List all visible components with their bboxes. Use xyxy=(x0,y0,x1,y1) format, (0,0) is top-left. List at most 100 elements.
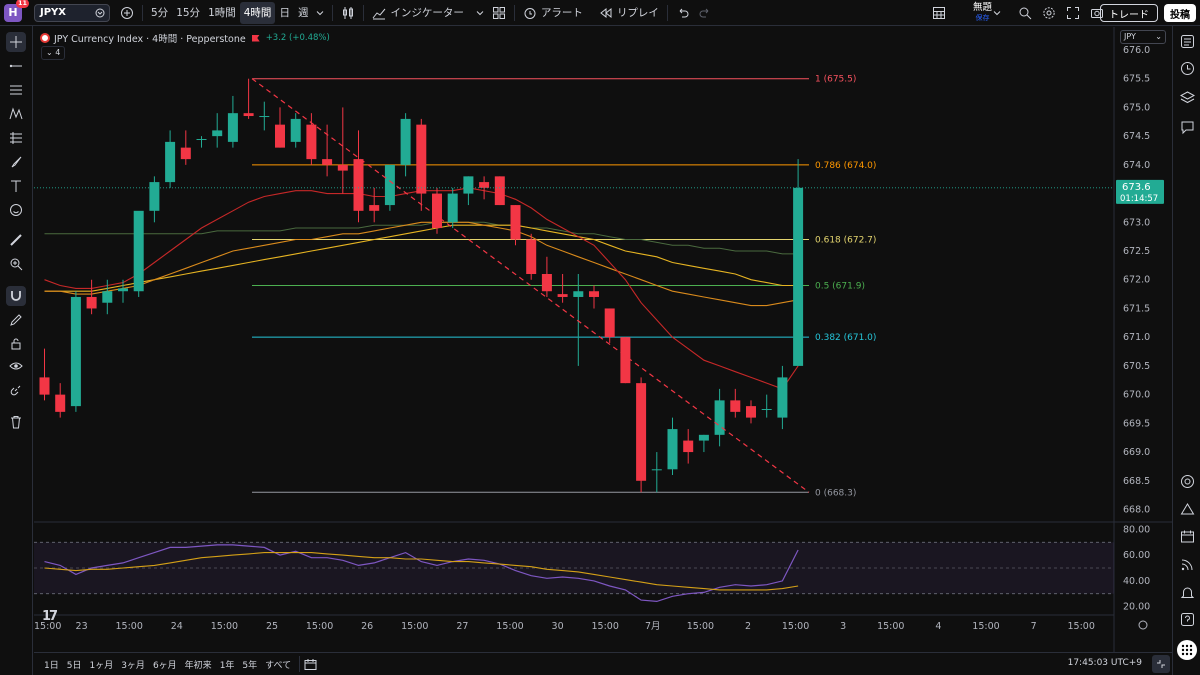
interval-day[interactable]: 日 xyxy=(275,2,294,24)
crosshair-tool[interactable] xyxy=(6,32,26,52)
notifications-button[interactable] xyxy=(1179,584,1196,601)
time-label: 15:00 xyxy=(592,621,619,632)
publish-button[interactable]: 投稿 xyxy=(1164,4,1196,22)
interval-15m[interactable]: 15分 xyxy=(172,2,204,24)
replay-button[interactable]: リプレイ xyxy=(595,2,663,24)
date-range-button[interactable] xyxy=(304,658,317,671)
price-label: 673.0 xyxy=(1123,217,1150,228)
fullscreen-button[interactable] xyxy=(1062,2,1084,24)
chat-button[interactable] xyxy=(1179,119,1196,136)
gear-icon xyxy=(1043,7,1055,19)
flag-icon[interactable] xyxy=(251,34,260,42)
calendar-button[interactable] xyxy=(1179,528,1196,545)
range-all[interactable]: すべて xyxy=(261,658,295,671)
measure-tool[interactable] xyxy=(6,230,26,250)
interval-4h[interactable]: 4時間 xyxy=(239,1,276,24)
range-ytd[interactable]: 年初来 xyxy=(181,658,216,671)
brush-icon xyxy=(11,156,22,168)
candle-up xyxy=(777,377,788,418)
candle-up xyxy=(761,408,772,410)
fib-level-label: 0 (668.3) xyxy=(815,488,856,498)
range-6m[interactable]: 6ヶ月 xyxy=(149,658,181,671)
symbol-search[interactable]: JPYX xyxy=(34,3,110,22)
products-menu-button[interactable] xyxy=(1177,640,1197,660)
remove-drawings-tool[interactable] xyxy=(6,412,26,432)
fib-level-label: 0.618 (672.7) xyxy=(815,236,876,246)
candle-up xyxy=(447,193,458,223)
range-1m[interactable]: 1ヶ月 xyxy=(85,658,117,671)
undo-button[interactable] xyxy=(672,2,694,24)
data-window-button[interactable] xyxy=(1179,473,1196,490)
price-label: 669.0 xyxy=(1123,447,1150,458)
range-5d[interactable]: 5日 xyxy=(63,658,86,671)
layout-dropdown[interactable] xyxy=(989,2,1005,24)
auto-scale-button[interactable] xyxy=(1152,655,1170,673)
range-3m[interactable]: 3ヶ月 xyxy=(117,658,149,671)
timezone-clock[interactable]: 17:45:03 UTC+9 xyxy=(1068,658,1142,668)
rsi-axis-label: 40.00 xyxy=(1123,576,1150,587)
pattern-tool[interactable] xyxy=(6,104,26,124)
zoom-tool[interactable] xyxy=(6,254,26,274)
trade-button[interactable]: トレード xyxy=(1100,4,1158,22)
chart-canvas[interactable]: 1 (675.5) 0.786 (674.0) 0.618 (672.7) 0.5 (… xyxy=(34,27,1172,652)
symbol-info-icon[interactable] xyxy=(95,8,105,18)
settings-button[interactable] xyxy=(1038,2,1060,24)
fib-tool[interactable] xyxy=(6,80,26,100)
brush-tool[interactable] xyxy=(6,152,26,172)
range-5y[interactable]: 5年 xyxy=(238,658,261,671)
range-1d[interactable]: 1日 xyxy=(40,658,63,671)
price-label: 676.0 xyxy=(1123,45,1150,56)
time-label: 24 xyxy=(171,621,183,632)
time-label: 15:00 xyxy=(401,621,428,632)
layout-grid-button[interactable] xyxy=(928,2,950,24)
news-button[interactable] xyxy=(1179,556,1196,573)
currency-select[interactable]: JPY ⌄ xyxy=(1120,30,1166,44)
help-button[interactable] xyxy=(1179,611,1196,628)
link-tool[interactable] xyxy=(6,380,26,400)
price-label: 675.5 xyxy=(1123,74,1150,85)
time-axis[interactable]: 15:00 23 15:00 24 15:00 25 15:00 26 15:00 27 15:00… xyxy=(34,620,1148,632)
top-toolbar: H 11 JPYX 5分 15分 1時間 4時間 日 週 インジケーター アラー… xyxy=(0,0,1200,26)
hide-drawings-tool[interactable] xyxy=(6,356,26,376)
watchlist-button[interactable] xyxy=(1179,33,1196,50)
undo-icon xyxy=(679,8,689,17)
separator xyxy=(332,4,334,21)
stay-drawing-tool[interactable] xyxy=(6,310,26,330)
interval-1h[interactable]: 1時間 xyxy=(204,2,240,24)
trend-line-tool[interactable] xyxy=(6,56,26,76)
indicators-button[interactable]: インジケーター xyxy=(368,2,488,24)
time-label: 15:00 xyxy=(496,621,523,632)
separator xyxy=(363,4,365,21)
templates-button[interactable] xyxy=(488,2,510,24)
emoji-tool[interactable] xyxy=(6,200,26,220)
candle-up xyxy=(118,288,128,292)
alerts-panel-button[interactable] xyxy=(1179,60,1196,77)
lock-drawings-tool[interactable] xyxy=(6,334,26,354)
interval-week[interactable]: 週 xyxy=(294,2,313,24)
fib-retracement-icon xyxy=(10,85,22,95)
candle-up xyxy=(102,291,113,303)
ideas-button[interactable] xyxy=(1179,501,1196,518)
time-label: 3 xyxy=(840,621,846,632)
candles-icon xyxy=(343,6,354,19)
range-1y[interactable]: 1年 xyxy=(216,658,239,671)
chart-type-button[interactable] xyxy=(337,2,359,24)
text-tool[interactable] xyxy=(6,176,26,196)
chart-legend[interactable]: JPY Currency Index · 4時間 · Pepperstone +… xyxy=(40,31,330,45)
indicator-collapse-button[interactable]: ⌄ 4 xyxy=(41,46,66,60)
profile-avatar[interactable]: H 11 xyxy=(4,0,29,22)
object-tree-button[interactable] xyxy=(1179,89,1196,106)
interval-5m[interactable]: 5分 xyxy=(147,2,172,24)
quick-search-button[interactable] xyxy=(1014,2,1036,24)
alert-button[interactable]: アラート xyxy=(519,2,587,24)
interval-dropdown[interactable] xyxy=(312,2,328,24)
redo-button[interactable] xyxy=(694,2,716,24)
layers-icon xyxy=(1180,91,1195,104)
prediction-tool[interactable] xyxy=(6,128,26,148)
compare-add-button[interactable] xyxy=(116,2,138,24)
candle-up xyxy=(133,210,144,292)
candle-down xyxy=(557,294,568,297)
magnet-tool[interactable] xyxy=(6,286,26,306)
link-icon xyxy=(10,385,21,396)
expand-icon xyxy=(1157,660,1165,668)
